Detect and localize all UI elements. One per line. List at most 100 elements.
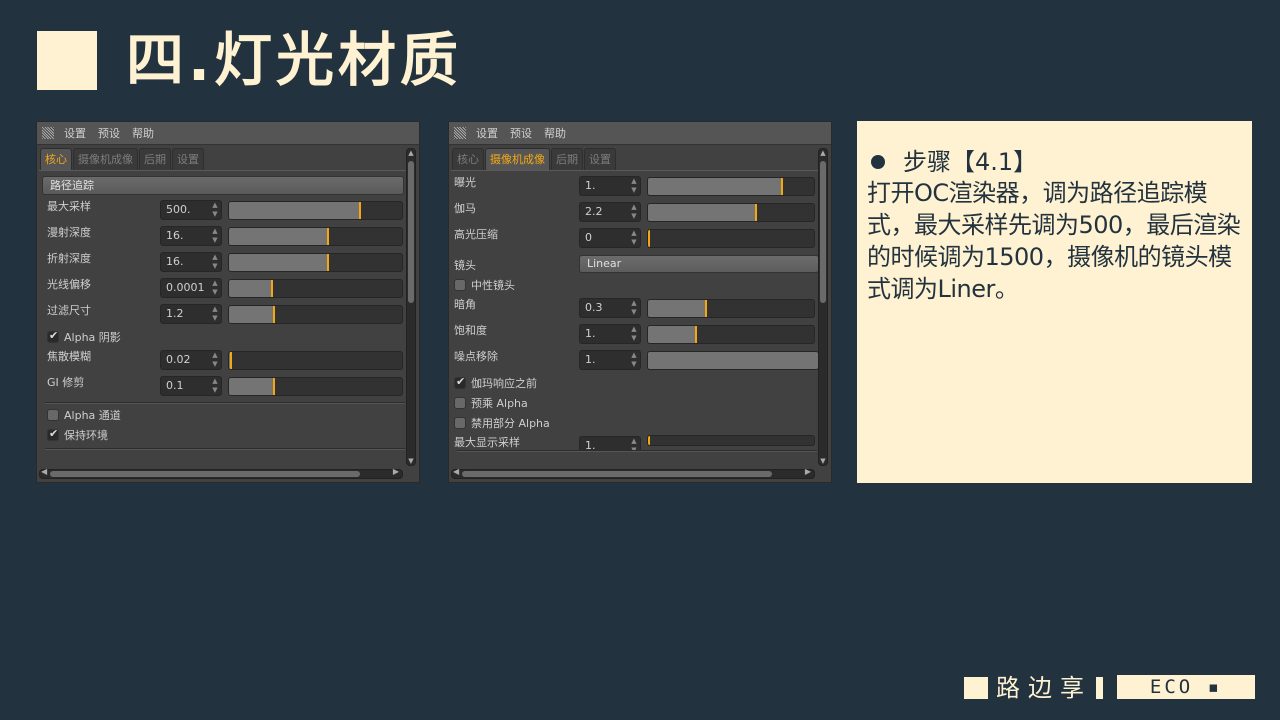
specular-depth-slider[interactable] [228,253,403,272]
highlight-compression-input[interactable]: 0 ▲ ▼ [579,228,641,248]
param-row-gamma: 伽马 2.2 ▲ ▼ [451,200,821,222]
param-row-exposure: 曝光 1. ▲ ▼ [451,174,821,196]
denoise-slider[interactable] [647,351,819,370]
tab-settings[interactable]: 设置 [584,148,616,170]
max-samples-input[interactable]: 500. ▲ ▼ [160,200,222,220]
menu-help[interactable]: 帮助 [132,125,154,141]
caustic-blur-slider[interactable] [228,351,403,370]
premultiply-alpha-checkbox[interactable] [454,397,466,409]
menu-help[interactable]: 帮助 [544,125,566,141]
alpha-shadow-checkbox[interactable] [47,329,59,343]
tab-camera-imaging[interactable]: 摄像机成像 [485,148,550,170]
disable-partial-alpha-checkbox-row[interactable]: 禁用部分 Alpha [454,415,550,431]
alpha-channel-checkbox-row[interactable]: Alpha 通道 [47,407,121,423]
scroll-right-icon[interactable]: ▶ [805,467,811,476]
filter-size-input[interactable]: 1.2 ▲ ▼ [160,304,222,324]
footer-square-decoration [964,677,988,699]
neutral-lens-checkbox-row[interactable]: 中性镜头 [454,277,515,293]
scrollbar-thumb[interactable] [50,471,360,477]
max-display-samples-slider[interactable] [647,435,815,446]
lens-dropdown[interactable]: Linear [579,255,819,273]
scroll-right-icon[interactable]: ▶ [393,467,399,476]
scroll-down-icon[interactable]: ▼ [819,457,827,465]
vignetting-input[interactable]: 0.3 ▲ ▼ [579,298,641,318]
footer-bar-decoration [1096,677,1103,699]
disable-partial-alpha-checkbox[interactable] [454,417,466,429]
grip-icon[interactable] [42,127,54,139]
exposure-slider[interactable] [647,177,815,196]
scrollbar-thumb[interactable] [820,161,826,303]
filter-size-slider[interactable] [228,305,403,324]
spinner-icon[interactable]: ▲ ▼ [212,253,218,271]
specular-depth-input[interactable]: 16. ▲ ▼ [160,252,222,272]
premultiply-alpha-checkbox-row[interactable]: 预乘 Alpha [454,395,528,411]
menu-presets[interactable]: 预设 [98,125,120,141]
neutral-lens-checkbox[interactable] [454,279,466,291]
saturation-slider[interactable] [647,325,815,344]
scroll-up-icon[interactable]: ▲ [819,149,827,157]
scroll-left-icon[interactable]: ◀ [453,467,459,476]
denoise-input[interactable]: 1. ▲ ▼ [579,350,641,370]
ray-epsilon-input[interactable]: 0.0001 ▲ ▼ [160,278,222,298]
before-gamma-checkbox[interactable] [454,375,466,389]
spinner-icon[interactable]: ▲ ▼ [212,351,218,369]
spinner-icon[interactable]: ▲ ▼ [631,351,637,369]
max-display-samples-input[interactable]: 1. ▲ ▼ [579,436,641,451]
vertical-scrollbar[interactable]: ▲ ▼ [406,148,416,466]
menu-presets[interactable]: 预设 [510,125,532,141]
gamma-input[interactable]: 2.2 ▲ ▼ [579,202,641,222]
spinner-icon[interactable]: ▲ ▼ [212,227,218,245]
spinner-icon[interactable]: ▲ ▼ [631,203,637,221]
spinner-icon[interactable]: ▲ ▼ [212,305,218,323]
max-samples-slider[interactable] [228,201,403,220]
checkbox-label: 中性镜头 [471,279,515,292]
spinner-icon[interactable]: ▲ ▼ [631,437,637,451]
menu-settings[interactable]: 设置 [476,125,498,141]
tab-core[interactable]: 核心 [452,148,484,170]
tab-camera-imaging[interactable]: 摄像机成像 [73,148,138,170]
scroll-down-icon[interactable]: ▼ [407,457,415,465]
keep-environment-checkbox-row[interactable]: 保持环境 [47,427,108,443]
gamma-slider[interactable] [647,203,815,222]
spinner-icon[interactable]: ▲ ▼ [212,279,218,297]
step-note-box: 步骤【4.1】 打开OC渲染器，调为路径追踪模式，最大采样先调为500，最后渲染… [857,121,1252,483]
highlight-compression-slider[interactable] [647,229,815,248]
gi-clamp-slider[interactable] [228,377,403,396]
exposure-input[interactable]: 1. ▲ ▼ [579,176,641,196]
caustic-blur-input[interactable]: 0.02 ▲ ▼ [160,350,222,370]
tab-post[interactable]: 后期 [139,148,171,170]
spinner-icon[interactable]: ▲ ▼ [631,325,637,343]
saturation-input[interactable]: 1. ▲ ▼ [579,324,641,344]
section-path-tracing[interactable]: 路径追踪 [42,176,404,195]
param-row-max-samples: 最大采样 500. ▲ ▼ [39,198,409,220]
diffuse-depth-slider[interactable] [228,227,403,246]
keep-environment-checkbox[interactable] [47,427,59,441]
diffuse-depth-input[interactable]: 16. ▲ ▼ [160,226,222,246]
gi-clamp-input[interactable]: 0.1 ▲ ▼ [160,376,222,396]
menu-settings[interactable]: 设置 [64,125,86,141]
tab-bar: 核心 摄像机成像 后期 设置 [40,148,205,170]
scroll-up-icon[interactable]: ▲ [407,149,415,157]
vertical-scrollbar[interactable]: ▲ ▼ [818,148,828,466]
scrollbar-thumb[interactable] [462,471,772,477]
spinner-icon[interactable]: ▲ ▼ [631,177,637,195]
before-gamma-checkbox-row[interactable]: 伽玛响应之前 [454,375,537,391]
grip-icon[interactable] [454,127,466,139]
horizontal-scrollbar[interactable]: ◀ ▶ [451,467,815,479]
spinner-icon[interactable]: ▲ ▼ [212,377,218,395]
spinner-icon[interactable]: ▲ ▼ [631,299,637,317]
horizontal-scrollbar[interactable]: ◀ ▶ [39,467,403,479]
scrollbar-thumb[interactable] [408,161,414,303]
spinner-icon[interactable]: ▲ ▼ [631,229,637,247]
alpha-shadow-checkbox-row[interactable]: Alpha 阴影 [47,329,121,345]
tab-core[interactable]: 核心 [40,148,72,170]
spinner-icon[interactable]: ▲ ▼ [212,201,218,219]
param-label: 焦散模糊 [47,350,91,363]
alpha-channel-checkbox[interactable] [47,409,59,421]
ray-epsilon-slider[interactable] [228,279,403,298]
title-square-decoration [37,31,97,90]
tab-post[interactable]: 后期 [551,148,583,170]
scroll-left-icon[interactable]: ◀ [41,467,47,476]
vignetting-slider[interactable] [647,299,815,318]
tab-settings[interactable]: 设置 [172,148,204,170]
